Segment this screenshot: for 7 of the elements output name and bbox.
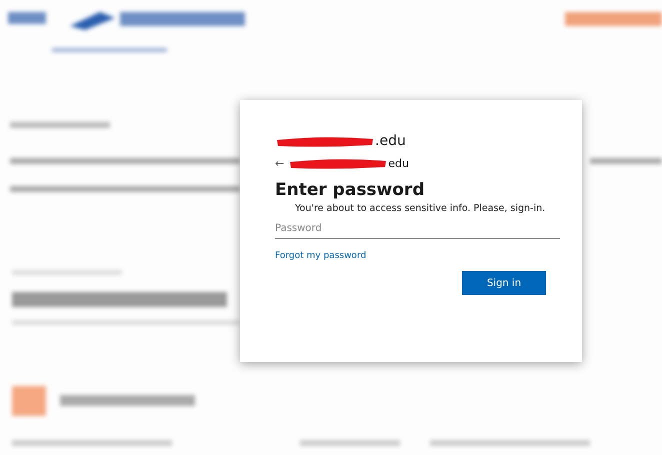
dialog-message: You're about to access sensitive info. Please, sign-in. <box>295 203 546 214</box>
account-email: .edu <box>375 133 406 149</box>
sign-in-button[interactable]: Sign in <box>462 271 546 295</box>
dialog-title: Enter password <box>275 180 426 200</box>
back-arrow[interactable]: ← <box>275 156 284 170</box>
forgot-password-link[interactable]: Forgot my password <box>275 251 366 261</box>
account-email: edu <box>388 156 409 170</box>
